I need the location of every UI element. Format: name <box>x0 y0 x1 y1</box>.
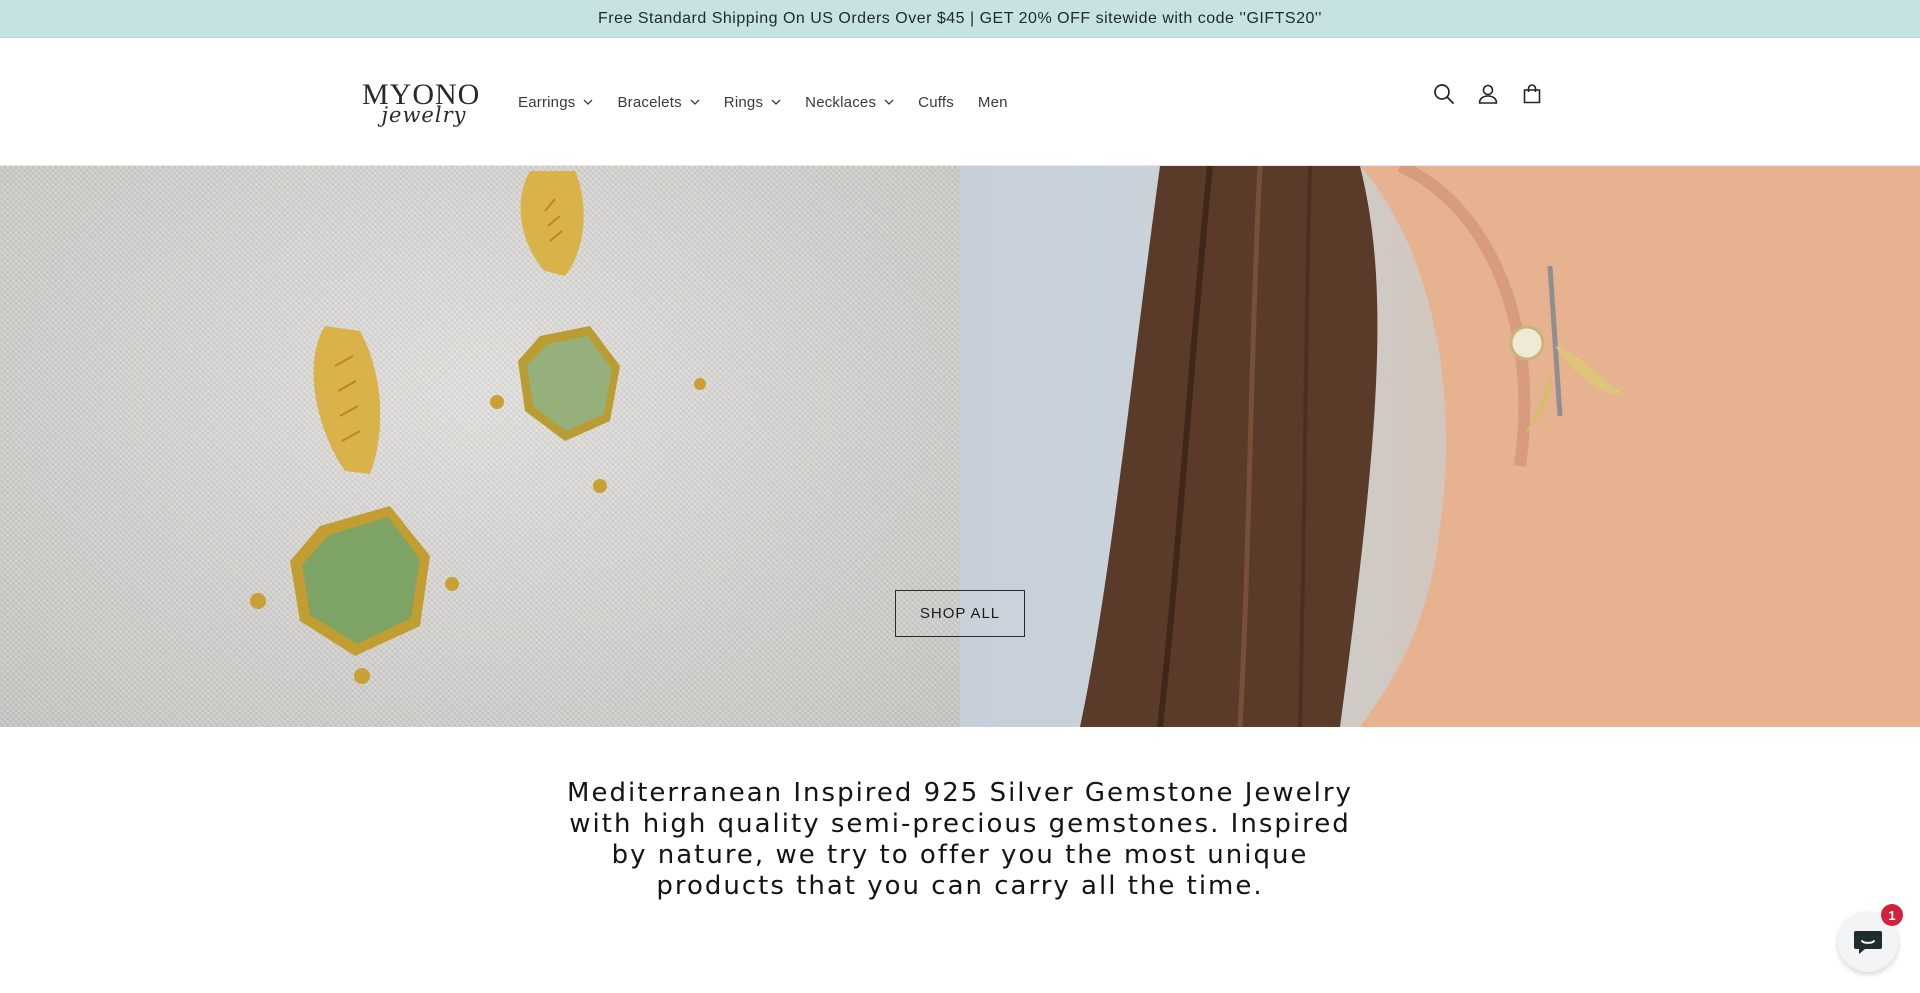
nav-item-bracelets[interactable]: Bracelets <box>605 82 711 122</box>
hero-image-earring-model <box>960 166 1920 727</box>
hero-image-earrings-green <box>0 166 960 727</box>
main-nav: Earrings Bracelets Rings Necklaces Cuffs… <box>506 38 1020 166</box>
chat-notification-badge: 1 <box>1881 904 1903 926</box>
search-button[interactable] <box>1430 80 1458 108</box>
chevron-down-icon <box>584 99 593 105</box>
nav-item-label: Bracelets <box>617 93 682 111</box>
nav-item-label: Men <box>977 93 1008 111</box>
chevron-down-icon <box>690 99 700 105</box>
nav-item-rings[interactable]: Rings <box>712 82 793 122</box>
logo-script: jewelry <box>381 103 467 127</box>
nav-item-necklaces[interactable]: Necklaces <box>793 82 906 122</box>
shop-all-button[interactable]: SHOP ALL <box>895 590 1025 637</box>
hero-banner: SHOP ALL <box>0 166 1920 727</box>
cart-button[interactable] <box>1518 80 1546 108</box>
announcement-text: Free Standard Shipping On US Orders Over… <box>598 9 1322 27</box>
logo[interactable]: MYONO jewelry <box>362 80 480 130</box>
search-icon <box>1434 84 1454 104</box>
chat-icon <box>1854 931 1882 954</box>
chevron-down-icon <box>884 99 894 105</box>
account-button[interactable] <box>1474 80 1502 108</box>
nav-item-label: Rings <box>723 93 764 111</box>
account-icon <box>1478 84 1498 104</box>
announcement-bar: Free Standard Shipping On US Orders Over… <box>0 0 1920 38</box>
cart-icon <box>1523 84 1541 104</box>
chevron-down-icon <box>771 99 781 105</box>
nav-item-label: Cuffs <box>918 93 954 111</box>
nav-item-men[interactable]: Men <box>966 82 1020 122</box>
nav-item-label: Necklaces <box>805 93 877 111</box>
nav-item-earrings[interactable]: Earrings <box>506 82 605 122</box>
tagline-text: Mediterranean Inspired 925 Silver Gemsto… <box>567 778 1353 901</box>
nav-item-label: Earrings <box>518 93 576 111</box>
header-actions <box>1430 80 1546 108</box>
nav-item-cuffs[interactable]: Cuffs <box>906 82 966 122</box>
